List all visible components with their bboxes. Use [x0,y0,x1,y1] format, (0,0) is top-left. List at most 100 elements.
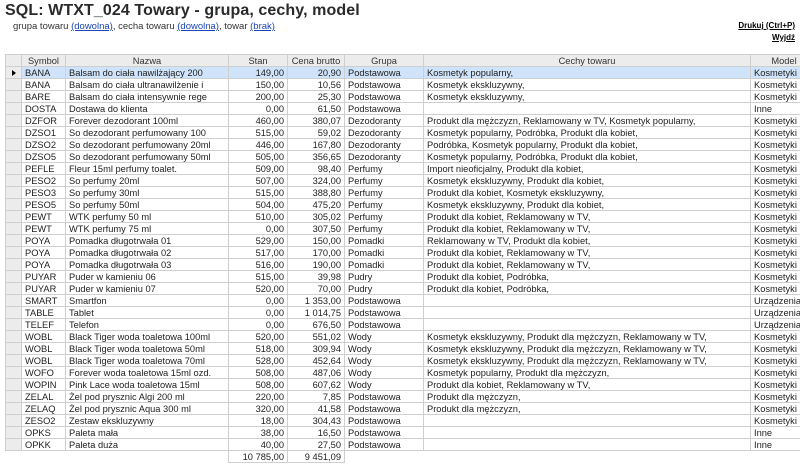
cell-symbol: WOBL [21,354,66,367]
cell-cechy: Produkt dla mężczyzn, [423,390,751,403]
row-indicator[interactable] [5,210,22,223]
row-indicator[interactable] [5,186,22,199]
cell-cena: 551,02 [287,330,345,343]
row-indicator[interactable] [5,366,22,379]
row-indicator[interactable] [5,102,22,115]
row-indicator[interactable] [5,318,22,331]
table-row[interactable]: PESO3 So perfumy 30ml 515,00 388,80 Perfumy P… [5,186,800,199]
row-indicator[interactable] [5,426,22,439]
column-header-nazwa[interactable]: Nazwa [65,54,229,67]
cell-nazwa: So perfumy 50ml [65,198,229,211]
cell-model: Kosmetyki [750,66,800,79]
row-indicator[interactable] [5,78,22,91]
table-row[interactable]: PESO2 So perfumy 20ml 507,00 324,00 Perfumy K… [5,174,800,187]
table-row[interactable]: BANA Balsam do ciała nawilżający 200 149,0… [5,66,800,79]
table-row[interactable]: ZELAL Żel pod prysznic Algi 200 ml 220,00 7… [5,390,800,403]
close-link[interactable]: Wyjdź [738,32,795,44]
row-indicator[interactable] [5,162,22,175]
table-row[interactable]: DZFOR Forever dezodorant 100ml 460,00 380,0… [5,114,800,127]
filter-feature-link[interactable]: (dowolna) [177,21,219,32]
column-header-cena[interactable]: Cena brutto [287,54,345,67]
column-header-model[interactable]: Model [750,54,800,67]
table-row[interactable]: DZSO2 So dezodorant perfumowany 20ml 446,0… [5,138,800,151]
row-indicator[interactable] [5,138,22,151]
filter-product-link[interactable]: (brak) [250,21,275,32]
row-indicator[interactable] [5,306,22,319]
cell-model: Kosmetyki [750,258,800,271]
table-row[interactable]: PEFLE Fleur 15ml perfumy toalet. 509,00 98,… [5,162,800,175]
table-row[interactable]: WOFO Forever woda toaletowa 15ml ozd. 508,… [5,366,800,379]
cell-symbol: PUYAR [21,270,66,283]
table-row[interactable]: OPKK Paleta duża 40,00 27,50 Podstawowa Inne [5,438,800,451]
row-indicator[interactable] [5,126,22,139]
row-indicator[interactable] [5,222,22,235]
table-row[interactable]: DZSO1 So dezodorant perfumowany 100 515,00… [5,126,800,139]
table-row[interactable]: WOBL Black Tiger woda toaletowa 50ml 518,0… [5,342,800,355]
cell-stan: 508,00 [228,366,288,379]
table-row[interactable]: POYA Pomadka długotrwała 02 517,00 170,00 Po… [5,246,800,259]
column-header-grupa[interactable]: Grupa [344,54,424,67]
cell-grupa: Podstawowa [344,90,424,103]
row-indicator[interactable] [5,270,22,283]
cell-nazwa: So dezodorant perfumowany 20ml [65,138,229,151]
cell-symbol: PEFLE [21,162,66,175]
row-indicator[interactable] [5,390,22,403]
row-indicator[interactable] [5,150,22,163]
row-indicator[interactable] [5,282,22,295]
total-stan: 10 785,00 [228,450,288,463]
row-indicator[interactable] [5,402,22,415]
table-row[interactable]: OPKS Paleta mała 38,00 16,50 Podstawowa Inne [5,426,800,439]
column-header-cechy[interactable]: Cechy towaru [423,54,751,67]
cell-symbol: DZSO2 [21,138,66,151]
cell-cena: 39,98 [287,270,345,283]
table-row[interactable]: SMART Smartfon 0,00 1 353,00 Podstawowa Urząd… [5,294,800,307]
table-row[interactable]: BARE Balsam do ciała intensywnie rege 200,… [5,90,800,103]
cell-cechy [423,414,751,427]
row-indicator[interactable] [5,234,22,247]
row-indicator[interactable] [5,174,22,187]
table-row[interactable]: POYA Pomadka długotrwała 01 529,00 150,00 Po… [5,234,800,247]
table-row[interactable]: DZSO5 So dezodorant perfumowany 50ml 505,0… [5,150,800,163]
cell-cechy: Kosmetyk ekskluzywny, Produkt dla kobiet… [423,174,751,187]
table-row[interactable]: DOSTA Dostawa do klienta 0,00 61,50 Podstawo… [5,102,800,115]
cell-model: Kosmetyki [750,342,800,355]
row-indicator[interactable] [5,438,22,451]
row-indicator[interactable] [5,294,22,307]
row-indicator[interactable] [5,114,22,127]
table-row[interactable]: WOPIN Pink Lace woda toaletowa 15ml 508,00… [5,378,800,391]
row-indicator[interactable] [5,414,22,427]
row-indicator[interactable] [5,330,22,343]
table-row[interactable]: PEWT WTK perfumy 75 ml 0,00 307,50 Perfumy Pr… [5,222,800,235]
table-row[interactable]: WOBL Black Tiger woda toaletowa 100ml 520,… [5,330,800,343]
table-row[interactable]: BANA Balsam do ciała ultranawilżenie i 150… [5,78,800,91]
row-indicator[interactable] [5,90,22,103]
cell-model: Kosmetyki [750,198,800,211]
row-indicator[interactable] [5,342,22,355]
cell-cechy: Reklamowany w TV, Produkt dla kobiet, [423,234,751,247]
table-row[interactable]: PUYAR Puder w kamieniu 07 520,00 70,00 Pudry… [5,282,800,295]
column-header-symbol[interactable]: Symbol [21,54,66,67]
cell-grupa: Perfumy [344,186,424,199]
table-row[interactable]: PUYAR Puder w kamieniu 06 515,00 39,98 Pudry… [5,270,800,283]
print-link[interactable]: Drukuj (Ctrl+P) [738,20,795,32]
row-indicator[interactable] [5,246,22,259]
table-row[interactable]: PEWT WTK perfumy 50 ml 510,00 305,02 Perfumy… [5,210,800,223]
table-row[interactable]: PESO5 So perfumy 50ml 504,00 475,20 Perfumy K… [5,198,800,211]
table-row[interactable]: ZESO2 Zestaw ekskluzywny 18,00 304,43 Podsta… [5,414,800,427]
cell-nazwa: Balsam do ciała ultranawilżenie i [65,78,229,91]
cell-cena: 16,50 [287,426,345,439]
table-row[interactable]: WOBL Black Tiger woda toaletowa 70ml 528,0… [5,354,800,367]
table-row[interactable]: TELEF Telefon 0,00 676,50 Podstawowa Urządzen… [5,318,800,331]
table-row[interactable]: ZELAQ Żel pod prysznic Aqua 300 ml 320,00 4… [5,402,800,415]
row-indicator[interactable] [5,378,22,391]
table-row[interactable]: TABLE Tablet 0,00 1 014,75 Podstawowa Urządze… [5,306,800,319]
row-indicator[interactable] [5,258,22,271]
cell-nazwa: Pomadka długotrwała 01 [65,234,229,247]
row-indicator[interactable] [5,354,22,367]
column-header-stan[interactable]: Stan [228,54,288,67]
cell-grupa: Perfumy [344,222,424,235]
filter-group-link[interactable]: (dowolna) [71,21,113,32]
table-row[interactable]: POYA Pomadka długotrwała 03 516,00 190,00 Po… [5,258,800,271]
row-indicator[interactable] [5,66,22,79]
row-indicator[interactable] [5,198,22,211]
